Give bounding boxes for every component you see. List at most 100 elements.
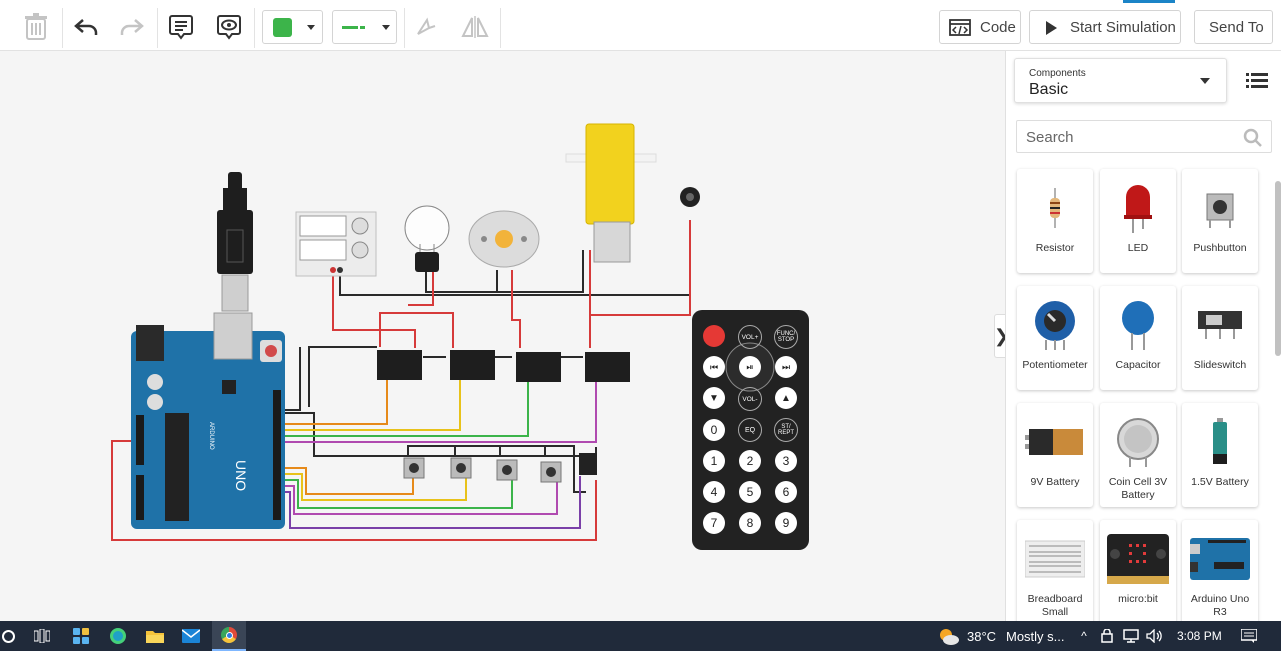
top-toolbar: Code Start Simulation Send To <box>0 0 1281 51</box>
component-tile-potentiometer[interactable]: Potentiometer <box>1017 286 1093 390</box>
capacitor-icon <box>1122 301 1154 350</box>
rotate-button[interactable] <box>412 8 440 46</box>
component-tile-label: Capacitor <box>1115 359 1161 371</box>
component-tile-label: 1.5V Battery <box>1191 476 1249 488</box>
component-tile-resistor[interactable]: Resistor <box>1017 169 1093 273</box>
component-tile-label: Pushbutton <box>1193 242 1247 254</box>
separator <box>62 8 63 48</box>
network-icon[interactable] <box>1122 621 1140 651</box>
component-tile-slideswitch[interactable]: Slideswitch <box>1182 286 1258 390</box>
components-dropdown[interactable]: Components Basic <box>1014 58 1227 103</box>
chevron-down-icon <box>382 25 390 30</box>
note-icon <box>169 15 193 40</box>
potentiometer-icon <box>1035 301 1075 350</box>
search-circle-icon[interactable] <box>0 621 16 651</box>
send-to-button[interactable]: Send To <box>1194 10 1273 44</box>
component-tile-capacitor[interactable]: Capacitor <box>1100 286 1176 390</box>
remote-key-3[interactable]: 3 <box>775 450 797 472</box>
remote-key-2[interactable]: 2 <box>739 450 761 472</box>
remote-key-vol-minus[interactable]: VOL- <box>738 387 762 411</box>
component-tile-microbit[interactable]: micro:bit <box>1100 520 1176 621</box>
mail-icon[interactable] <box>180 621 202 651</box>
remote-key-func-stop[interactable]: FUNC/ STOP <box>774 325 798 349</box>
weather-icon[interactable] <box>936 621 960 651</box>
remote-key-5[interactable]: 5 <box>739 481 761 503</box>
remote-key-9[interactable]: 9 <box>775 512 797 534</box>
notes-button[interactable] <box>165 8 197 46</box>
code-button[interactable]: Code <box>939 10 1021 44</box>
vpn-icon[interactable] <box>1099 621 1115 651</box>
panel-scrollbar[interactable] <box>1274 179 1281 609</box>
led-icon <box>1124 185 1152 233</box>
breadboard-icon <box>1025 540 1085 578</box>
component-grid: Resistor LED Pushbutton Potentiometer Ca… <box>1014 166 1270 621</box>
remote-key-play-pause[interactable]: ⏯ <box>739 356 761 378</box>
separator <box>404 8 405 48</box>
notifications-icon[interactable] <box>1238 621 1260 651</box>
vibration-motor <box>680 187 700 207</box>
remote-key-prev[interactable]: ⏮ <box>703 356 725 378</box>
remote-key-1[interactable]: 1 <box>703 450 725 472</box>
component-tile-pushbutton[interactable]: Pushbutton <box>1182 169 1258 273</box>
caret-down-icon <box>1200 78 1210 84</box>
remote-key-down[interactable]: ▼ <box>703 387 725 409</box>
redo-button[interactable] <box>116 8 148 46</box>
component-tile-breadboard-small[interactable]: Breadboard Small <box>1017 520 1093 621</box>
circuit-canvas[interactable]: ARDUINO UNO VOL+ FUNC/ STOP VOL- EQ ST/ … <box>0 51 1005 621</box>
remote-key-4[interactable]: 4 <box>703 481 725 503</box>
clock-text[interactable]: 3:08 PM <box>1177 621 1222 651</box>
remote-key-up[interactable]: ▲ <box>775 387 797 409</box>
component-tile-1-5v-battery[interactable]: 1.5V Battery <box>1182 403 1258 507</box>
edge-browser-icon[interactable] <box>107 621 129 651</box>
widgets-icon[interactable] <box>70 621 92 651</box>
remote-key-vol-plus[interactable]: VOL+ <box>738 325 762 349</box>
components-dropdown-label: Components <box>1029 68 1086 79</box>
code-label: Code <box>980 19 1016 36</box>
remote-key-6[interactable]: 6 <box>775 481 797 503</box>
arduino-uno-icon <box>1190 538 1250 580</box>
pushbutton-icon <box>1206 193 1234 228</box>
task-view-icon[interactable] <box>31 621 53 651</box>
rotate-icon <box>417 17 436 35</box>
temperature-text: 38°C <box>967 628 997 644</box>
undo-icon <box>74 19 98 35</box>
flip-button[interactable] <box>458 8 492 46</box>
separator <box>157 8 158 48</box>
toggle-notes-button[interactable] <box>213 8 245 46</box>
remote-key-eq[interactable]: EQ <box>738 418 762 442</box>
speaker-icon[interactable] <box>1145 621 1165 651</box>
component-tile-arduino-uno[interactable]: Arduino Uno R3 <box>1182 520 1258 621</box>
usb-cable <box>217 172 253 312</box>
wire-type-picker[interactable] <box>332 10 397 44</box>
component-tile-led[interactable]: LED <box>1100 169 1176 273</box>
undo-button[interactable] <box>70 8 102 46</box>
file-explorer-icon[interactable] <box>144 621 166 651</box>
remote-key-st-rept[interactable]: ST/ REPT <box>774 418 798 442</box>
scrollbar-thumb[interactable] <box>1275 181 1281 356</box>
component-tile-label: Breadboard Small <box>1027 593 1083 618</box>
remote-key-8[interactable]: 8 <box>739 512 761 534</box>
color-swatch <box>273 18 292 37</box>
code-icon <box>949 19 971 36</box>
remote-key-next[interactable]: ⏭ <box>775 356 797 378</box>
search-input[interactable] <box>1026 127 1236 147</box>
fill-color-picker[interactable] <box>262 10 323 44</box>
chrome-browser-icon[interactable] <box>212 621 246 651</box>
component-tile-label: Potentiometer <box>1022 359 1088 371</box>
component-tile-label: Arduino Uno R3 <box>1190 593 1250 618</box>
search-icon[interactable] <box>1243 128 1263 148</box>
remote-key-0[interactable]: 0 <box>703 419 725 441</box>
gear-motor <box>565 123 657 263</box>
list-view-button[interactable] <box>1246 71 1268 89</box>
chevron-down-icon <box>307 25 315 30</box>
chevron-up-icon[interactable]: ^ <box>1076 621 1092 651</box>
start-simulation-button[interactable]: Start Simulation <box>1029 10 1181 44</box>
component-tile-9v-battery[interactable]: 9V Battery <box>1017 403 1093 507</box>
arduino-uno-board <box>131 312 285 529</box>
redo-icon <box>120 19 144 35</box>
remote-key-7[interactable]: 7 <box>703 512 725 534</box>
component-tile-coin-cell[interactable]: Coin Cell 3V Battery <box>1100 403 1176 507</box>
component-tile-label: Slideswitch <box>1193 359 1247 371</box>
flip-icon <box>461 16 489 38</box>
delete-button[interactable] <box>18 8 54 46</box>
